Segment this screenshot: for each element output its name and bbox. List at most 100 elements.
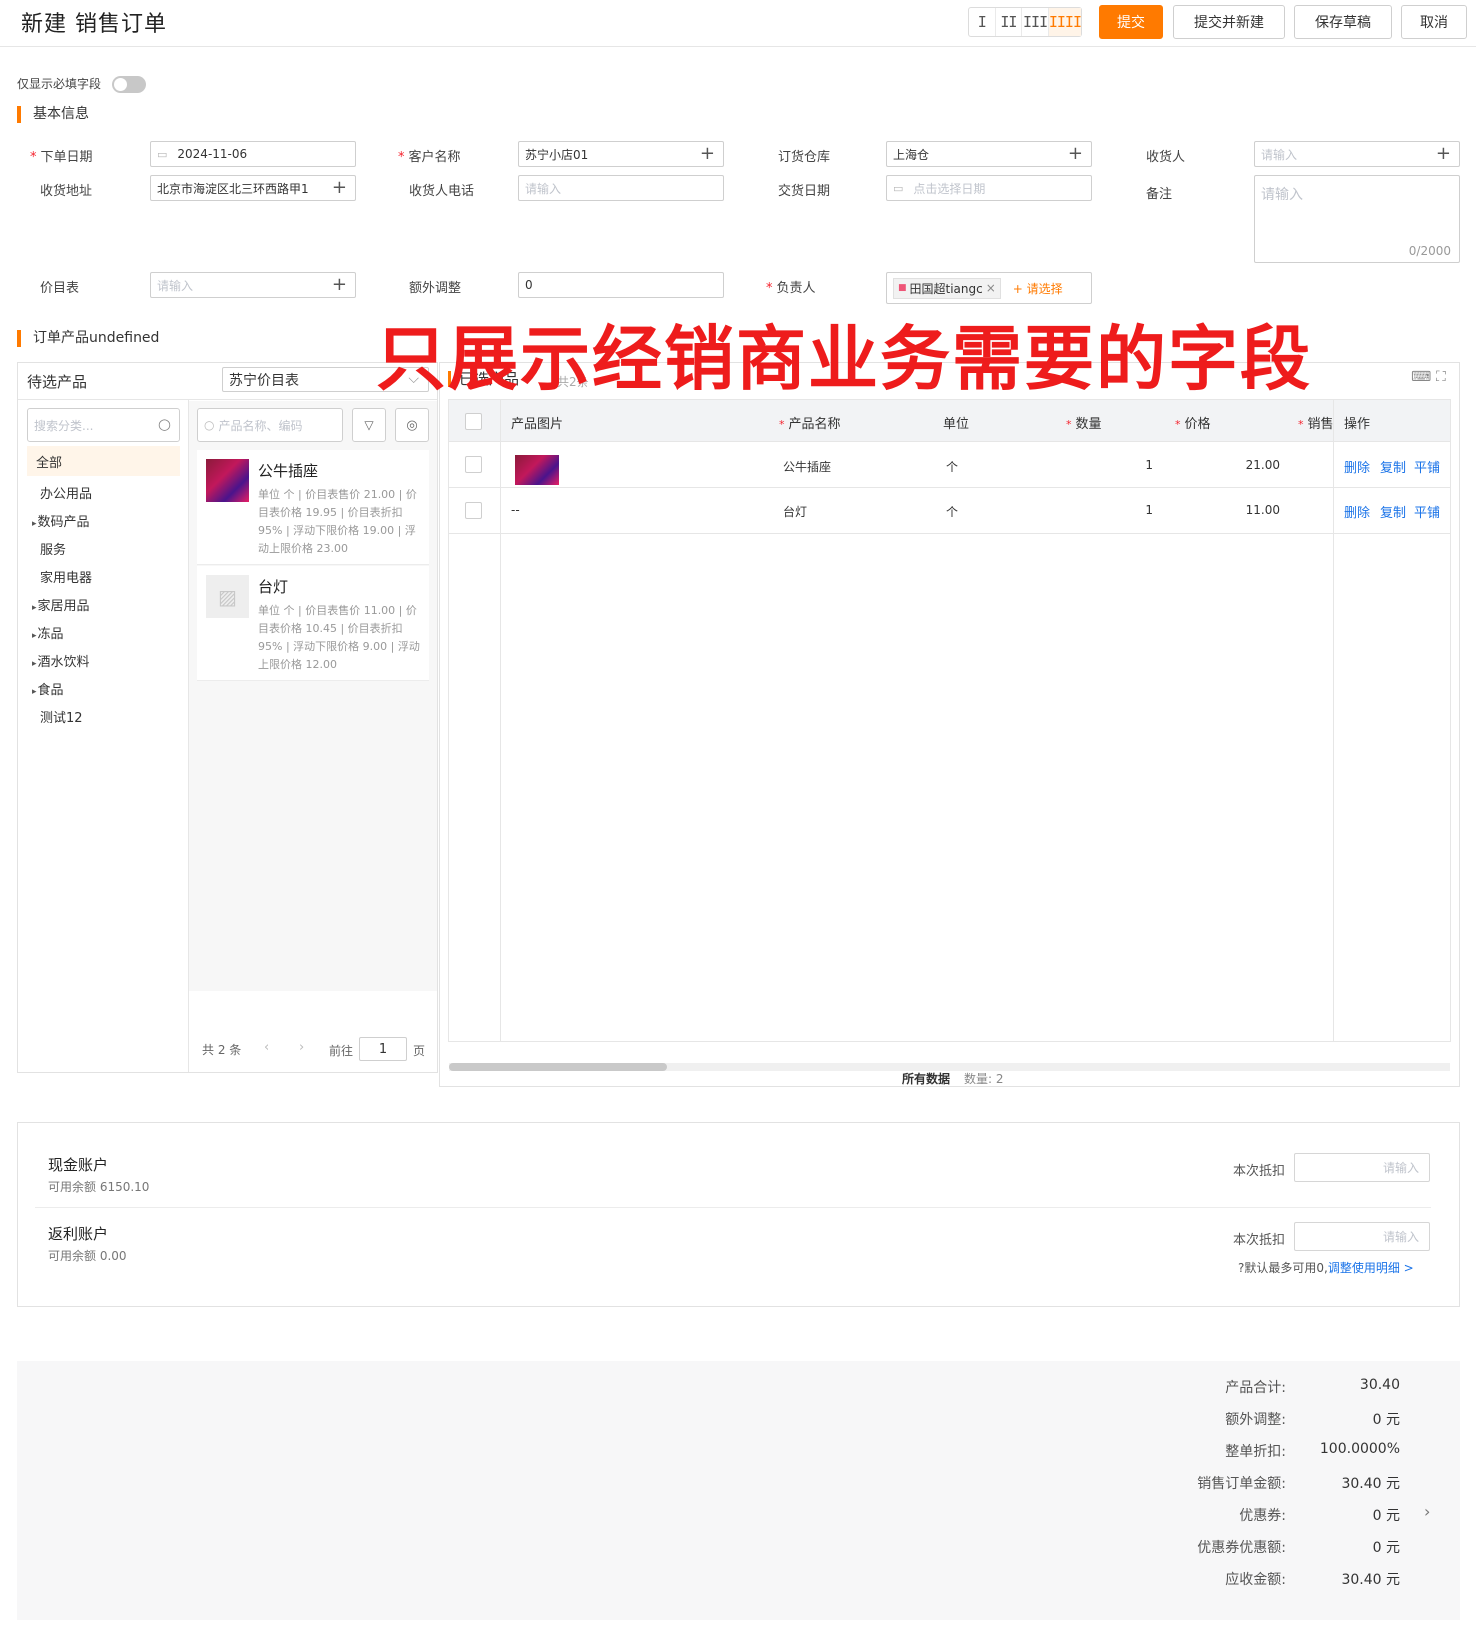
category-item[interactable]: 冻品: [38, 623, 64, 642]
col-header-sales: 销售: [1298, 413, 1334, 432]
rebate-deduct-input[interactable]: 请输入: [1294, 1222, 1430, 1251]
delete-link[interactable]: 删除: [1344, 457, 1370, 476]
summary-value: 30.40: [1359, 1377, 1400, 1393]
warehouse-label: 订货仓库: [778, 150, 831, 165]
layout-2-col[interactable]: II: [996, 8, 1023, 36]
required-only-toggle[interactable]: [112, 76, 146, 93]
price-list-input[interactable]: 请输入 +: [150, 272, 356, 298]
copy-link[interactable]: 复制: [1380, 502, 1406, 521]
category-item[interactable]: 家居用品: [38, 595, 90, 614]
keyboard-icon[interactable]: ⌨: [1411, 369, 1431, 385]
layout-1-col[interactable]: I: [969, 8, 996, 36]
category-item[interactable]: 服务: [40, 539, 66, 558]
cancel-button[interactable]: 取消: [1401, 5, 1467, 39]
settings-button[interactable]: ◎: [395, 408, 429, 442]
chevron-right-icon[interactable]: ›: [1424, 1502, 1430, 1521]
summary-value: 30.40 元: [1341, 1572, 1400, 1588]
layout-4-col[interactable]: IIII: [1048, 8, 1082, 36]
rebate-deduct-label: 本次抵扣: [1233, 1233, 1286, 1248]
address-value: 北京市海淀区北三环西路甲1: [157, 181, 309, 196]
address-input[interactable]: 北京市海淀区北三环西路甲1 +: [150, 175, 356, 201]
category-item[interactable]: 食品: [38, 679, 64, 698]
category-item[interactable]: 数码产品: [38, 511, 90, 530]
row-divider: [449, 533, 1450, 534]
customer-input[interactable]: 苏宁小店01 +: [518, 141, 724, 167]
row-qty[interactable]: 1: [1060, 503, 1153, 517]
remark-textarea[interactable]: 请输入 0/2000: [1254, 175, 1460, 263]
row-checkbox[interactable]: [465, 502, 482, 519]
filter-button[interactable]: ▽: [352, 408, 386, 442]
next-page-icon[interactable]: ›: [299, 1040, 304, 1055]
category-search-input[interactable]: 搜索分类... ○: [27, 408, 180, 442]
cash-account-balance: 可用余额 6150.10: [48, 1180, 150, 1194]
product-card[interactable]: 公牛插座 单位 个 | 价目表售价 21.00 | 价目表价格 19.95 | …: [197, 450, 429, 565]
pagination-page-suffix: 页: [413, 1044, 426, 1058]
cash-account-title: 现金账户: [48, 1156, 109, 1174]
row-unit: 个: [946, 460, 959, 474]
user-icon: ■: [898, 283, 907, 293]
product-name: 公牛插座: [258, 462, 319, 480]
delete-link[interactable]: 删除: [1344, 502, 1370, 521]
owner-tag-text: 田国超tiangc: [909, 281, 983, 296]
owner-choose-link[interactable]: + 请选择: [1013, 280, 1063, 297]
filter-icon: ▽: [364, 418, 374, 432]
add-icon[interactable]: +: [1436, 144, 1451, 164]
layout-column-switch[interactable]: I II III IIII: [968, 7, 1082, 37]
submit-and-new-button[interactable]: 提交并新建: [1173, 5, 1285, 39]
row-price[interactable]: 11.00: [1180, 503, 1280, 517]
tile-link[interactable]: 平铺: [1414, 457, 1440, 476]
extra-adjust-input[interactable]: 0: [518, 272, 724, 298]
adjust-detail-link[interactable]: 调整使用明细 >: [1328, 1261, 1414, 1275]
product-search-placeholder: 产品名称、编码: [218, 418, 303, 433]
page-input[interactable]: 1: [359, 1037, 407, 1061]
add-icon[interactable]: +: [1068, 144, 1083, 164]
category-item[interactable]: 酒水饮料: [38, 651, 90, 670]
category-item[interactable]: 办公用品: [40, 483, 92, 502]
selected-table: [448, 399, 1451, 1042]
search-icon: ○: [204, 418, 215, 432]
product-search-input[interactable]: ○ 产品名称、编码: [197, 408, 343, 442]
summary-value: 0 元: [1372, 1412, 1400, 1428]
row-price[interactable]: 21.00: [1180, 458, 1280, 472]
category-item[interactable]: 家用电器: [40, 567, 92, 586]
warehouse-input[interactable]: 上海仓 +: [886, 141, 1092, 167]
add-icon[interactable]: +: [332, 178, 347, 198]
select-all-checkbox[interactable]: [465, 413, 482, 430]
customer-label: 客户名称: [398, 146, 461, 165]
row-qty[interactable]: 1: [1060, 458, 1153, 472]
copy-link[interactable]: 复制: [1380, 457, 1406, 476]
owner-tag: ■ 田国超tiangc ×: [893, 277, 1001, 299]
layout-3-col[interactable]: III: [1022, 8, 1049, 36]
accounts-panel: [17, 1122, 1460, 1307]
add-icon[interactable]: +: [700, 144, 715, 164]
receiver-input[interactable]: 请输入 +: [1254, 141, 1460, 167]
order-date-input[interactable]: ▭ 2024-11-06: [150, 141, 356, 167]
row-name: 公牛插座: [783, 460, 832, 474]
save-draft-button[interactable]: 保存草稿: [1294, 5, 1392, 39]
close-icon[interactable]: ×: [986, 281, 996, 295]
tile-link[interactable]: 平铺: [1414, 502, 1440, 521]
receiver-phone-input[interactable]: 请输入: [518, 175, 724, 201]
footer-count: 数量: 2: [964, 1072, 1004, 1086]
receiver-phone-placeholder: 请输入: [525, 181, 562, 196]
horizontal-scrollbar-thumb[interactable]: [449, 1063, 667, 1071]
product-image: [206, 459, 249, 502]
fullscreen-icon[interactable]: ⛶: [1436, 369, 1446, 385]
col-divider: [500, 400, 501, 1041]
row-name: 台灯: [783, 505, 808, 519]
cash-deduct-label: 本次抵扣: [1233, 1164, 1286, 1179]
category-item-all[interactable]: 全部: [36, 452, 62, 471]
submit-button[interactable]: 提交: [1099, 5, 1163, 39]
col-header-unit: 单位: [943, 417, 970, 432]
delivery-date-input[interactable]: ▭ 点击选择日期: [886, 175, 1092, 201]
prev-page-icon[interactable]: ‹: [264, 1040, 269, 1055]
cash-deduct-input[interactable]: 请输入: [1294, 1153, 1430, 1182]
footer-all-data: 所有数据: [902, 1072, 951, 1086]
add-icon[interactable]: +: [332, 275, 347, 295]
row-checkbox[interactable]: [465, 456, 482, 473]
receiver-label: 收货人: [1146, 150, 1186, 165]
warehouse-value: 上海仓: [893, 147, 930, 162]
category-item[interactable]: 测试12: [40, 707, 83, 726]
owner-input[interactable]: ■ 田国超tiangc × + 请选择: [886, 272, 1092, 304]
product-card[interactable]: ▨ 台灯 单位 个 | 价目表售价 11.00 | 价目表价格 10.45 | …: [197, 566, 429, 681]
